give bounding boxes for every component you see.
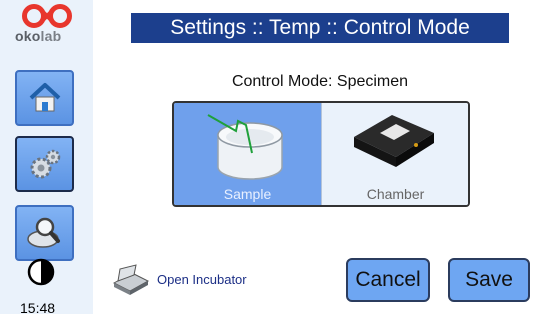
sidebar: okolab 15:48 — [0, 0, 93, 316]
contrast-icon[interactable] — [27, 258, 55, 286]
control-mode-label: Control Mode: Specimen — [231, 73, 409, 90]
magnifier-icon — [27, 217, 60, 248]
control-mode-selector: Sample Chamber — [172, 101, 470, 207]
option-chamber-label: Chamber — [366, 186, 425, 202]
home-icon — [29, 83, 61, 112]
gears-icon — [30, 149, 61, 179]
sidebar-item-search[interactable] — [15, 205, 74, 261]
cancel-button[interactable]: Cancel — [346, 258, 430, 302]
brand-logo-text: okolab — [15, 28, 62, 44]
okolab-logo-icon — [22, 4, 72, 28]
page-title: Settings :: Temp :: Control Mode — [131, 13, 509, 43]
incubator-icon[interactable] — [110, 263, 152, 297]
open-incubator-link[interactable]: Open Incubator — [157, 272, 247, 287]
save-button[interactable]: Save — [448, 258, 530, 302]
sample-dish-icon — [207, 114, 283, 180]
option-sample-label: Sample — [223, 186, 272, 202]
option-chamber[interactable]: Chamber — [321, 103, 468, 205]
chamber-icon — [354, 115, 434, 167]
sidebar-item-home[interactable] — [15, 70, 74, 126]
option-sample[interactable]: Sample — [174, 103, 321, 205]
sidebar-item-settings[interactable] — [15, 136, 74, 192]
